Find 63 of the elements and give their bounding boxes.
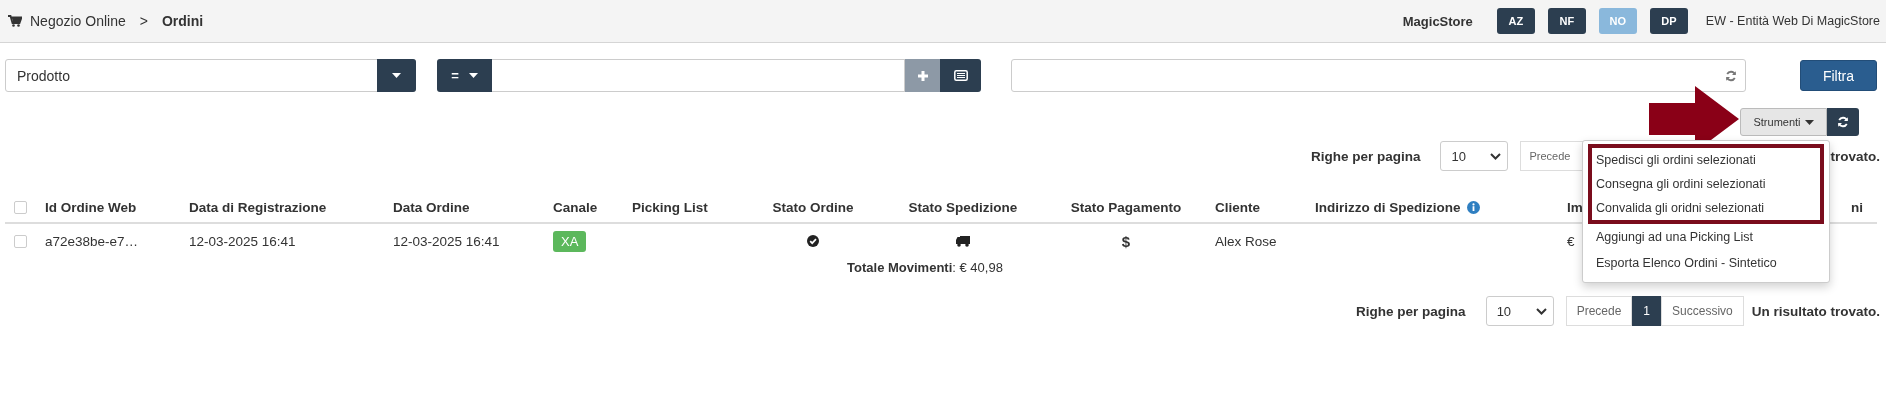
toggle-button[interactable]: NF <box>1547 8 1586 34</box>
toggle-button[interactable]: AZ <box>1496 8 1535 34</box>
caret-icon <box>468 73 478 78</box>
column-header[interactable]: Canale <box>553 199 598 215</box>
column-header[interactable]: Data Ordine <box>393 199 470 215</box>
check-circle-icon <box>807 235 819 247</box>
refresh-button[interactable] <box>1827 108 1859 136</box>
result-count: trovato. <box>1830 148 1880 164</box>
menu-item[interactable]: Convalida gli oridni selezionati <box>1592 196 1820 220</box>
column-header[interactable]: Cliente <box>1215 199 1260 215</box>
search-field[interactable] <box>1011 59 1746 92</box>
column-header[interactable]: Indirizzo di Spedizione <box>1315 199 1461 215</box>
checkbox[interactable] <box>14 200 27 214</box>
entity-name: EW - Entità Web Di MagicStore <box>1705 14 1880 28</box>
next-button[interactable]: Successivo <box>1661 296 1744 326</box>
breadcrumb-item: Ordini <box>161 13 204 29</box>
rows-per-page-label: Righe per pagina <box>1356 303 1466 319</box>
cart-icon <box>8 15 22 27</box>
table-cell: 12-03-2025 16:41 <box>189 233 296 249</box>
page-button[interactable]: 1 <box>1632 296 1662 326</box>
refresh-icon <box>1725 69 1737 82</box>
checkbox[interactable] <box>14 234 27 248</box>
menu-item[interactable]: Esporta Elenco Ordini - Sintetico <box>1588 250 1824 276</box>
refresh-icon <box>1837 116 1849 128</box>
truck-icon <box>956 235 970 247</box>
channel-tag: XA <box>553 230 587 252</box>
filter-button[interactable]: Filtra <box>1800 60 1877 91</box>
value-field[interactable] <box>492 59 905 92</box>
menu-item[interactable]: Aggiungi ad una Picking List <box>1588 224 1824 250</box>
result-count: Un risultato trovato. <box>1751 303 1880 319</box>
table-cell: 12-03-2025 16:41 <box>393 233 500 249</box>
caret-icon <box>1804 119 1814 125</box>
toggle-button[interactable]: DP <box>1649 8 1688 34</box>
chevron-icon <box>1535 307 1547 315</box>
chevron-icon <box>1490 152 1502 160</box>
total-summary: Totale Movimenti: € 40,98 <box>847 260 1003 275</box>
column-header[interactable]: Id Ordine Web <box>45 199 137 215</box>
column-header[interactable]: Stato Spedizione <box>908 199 1018 215</box>
previous-button[interactable]: Precede <box>1565 296 1633 326</box>
list-button[interactable] <box>940 59 981 92</box>
column-header[interactable]: Data di Registrazione <box>189 199 327 215</box>
store-name: MagicStore <box>1402 13 1473 29</box>
column-header[interactable]: Stato Pagamento <box>1070 199 1182 215</box>
rows-per-page-label: Righe per pagina <box>1310 148 1421 164</box>
page-size-select[interactable]: 10 <box>1440 141 1509 171</box>
table-cell: € <box>1567 233 1575 249</box>
column-header[interactable]: Im <box>1567 199 1583 215</box>
card-icon <box>953 70 968 81</box>
column-header[interactable]: Stato Ordine <box>772 199 854 215</box>
breadcrumb-separator: > <box>139 13 148 29</box>
breadcrumb-item[interactable]: Negozio Online <box>30 13 126 29</box>
table-cell: $ <box>1121 232 1131 250</box>
tools-dropdown[interactable]: Strumenti <box>1740 108 1827 136</box>
menu-item[interactable]: Consegna gli ordini selezionati <box>1592 172 1820 196</box>
plus-icon <box>916 69 929 82</box>
table-cell: Alex Rose <box>1215 233 1277 249</box>
column-header[interactable]: Picking List <box>632 199 708 215</box>
operator-dropdown[interactable]: = <box>437 59 492 92</box>
caret-icon <box>392 73 401 78</box>
page-size-select[interactable]: 10 <box>1485 296 1554 326</box>
column-header[interactable]: ni <box>1851 199 1863 215</box>
table-cell: a72e38be-e7… <box>45 233 139 249</box>
field-select[interactable]: Prodotto <box>5 59 416 92</box>
